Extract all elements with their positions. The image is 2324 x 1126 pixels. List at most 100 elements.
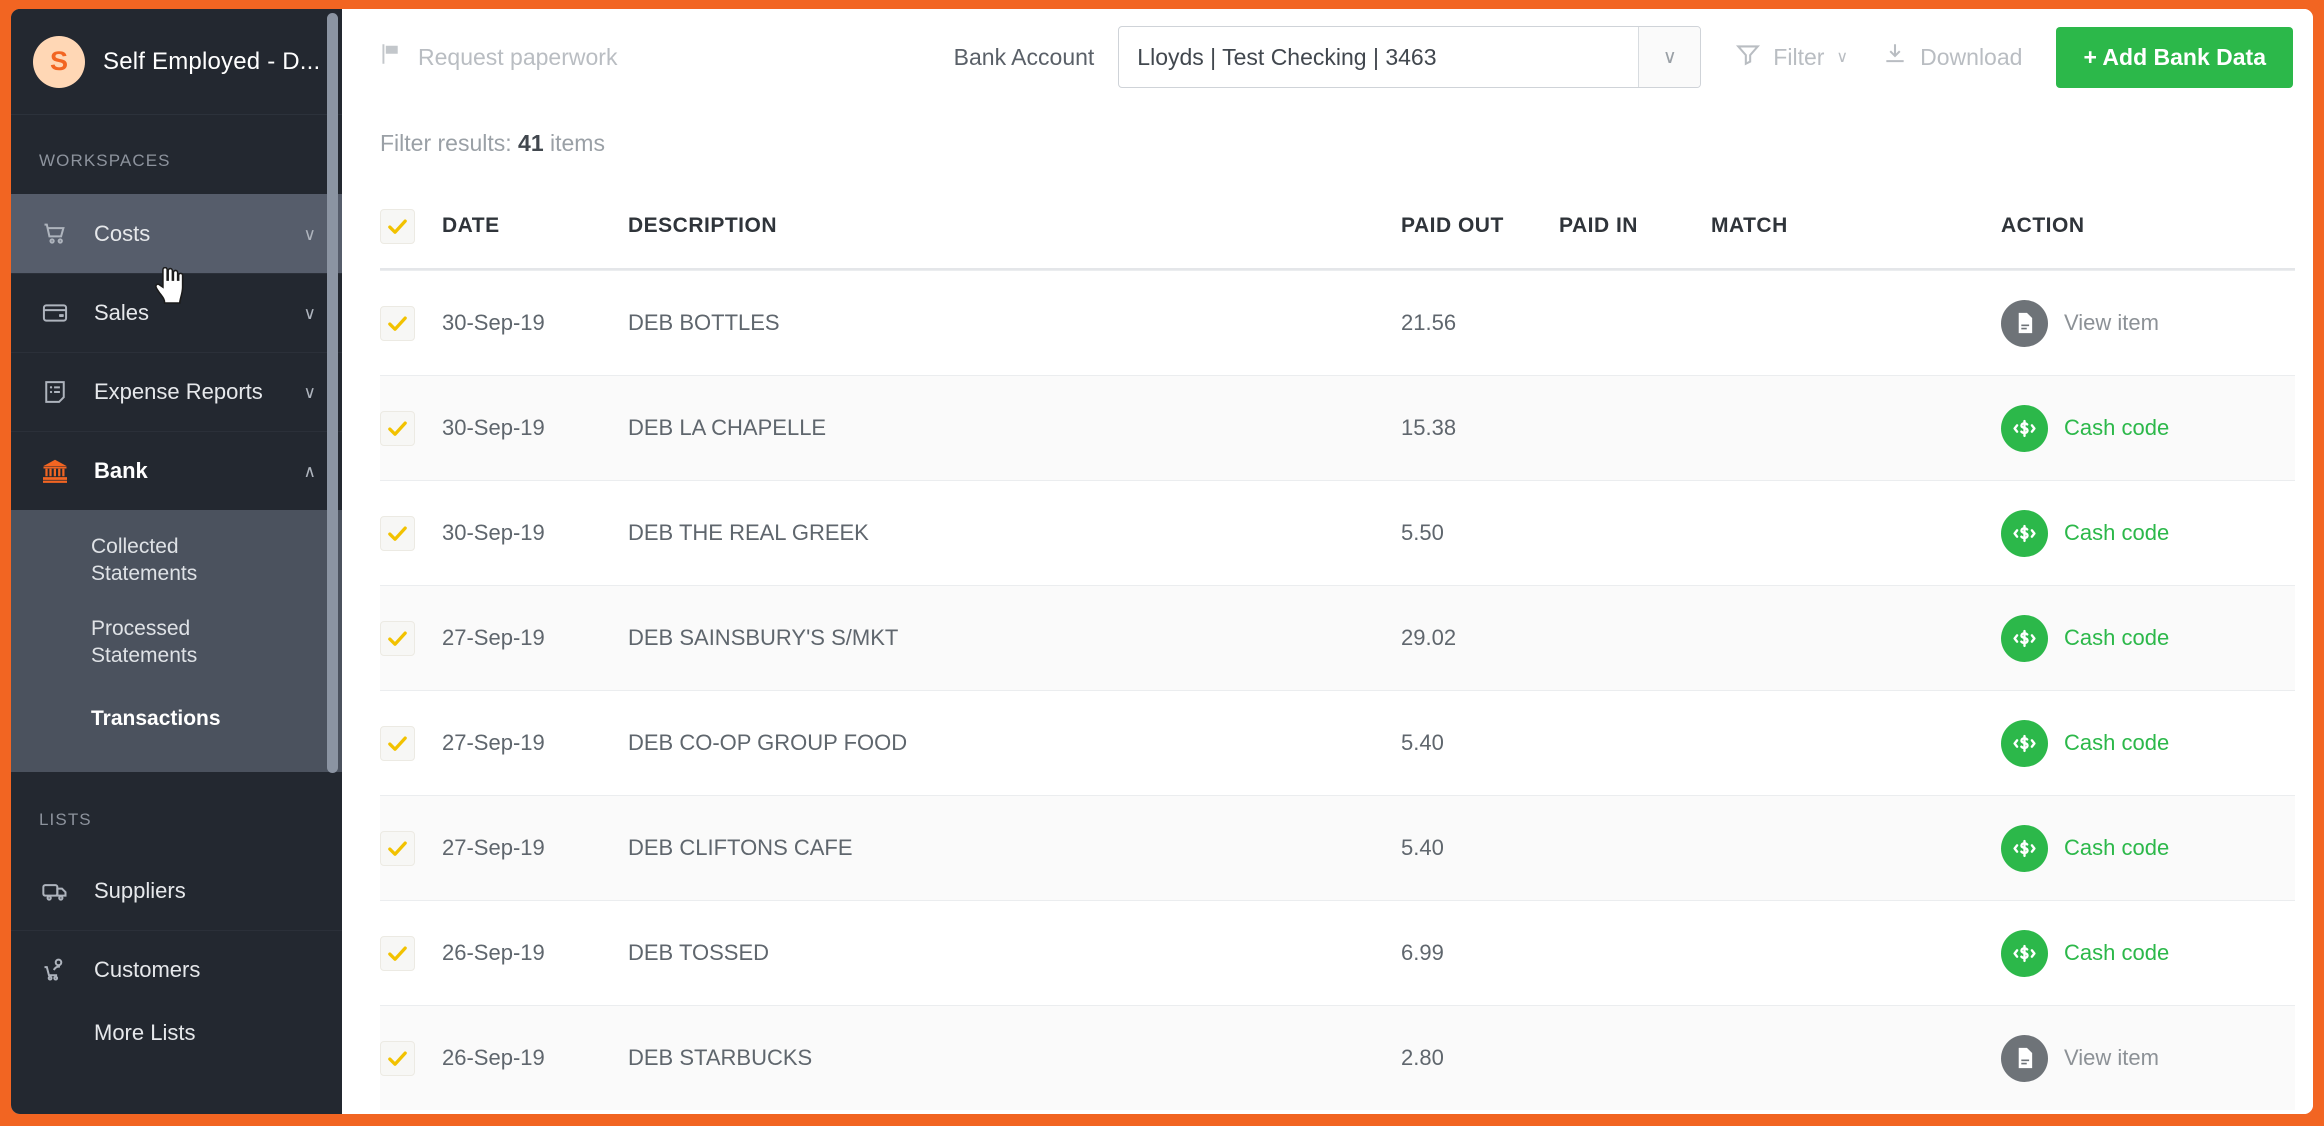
table-row[interactable]: 27-Sep-19 DEB SAINSBURY'S S/MKT 29.02 Cash … xyxy=(380,585,2295,690)
cell-description: DEB BOTTLES xyxy=(628,310,780,335)
app-window: S Self Employed - D... › WORKSPACES Cost… xyxy=(11,9,2313,1114)
column-header-date[interactable]: DATE xyxy=(442,214,628,238)
chevron-down-icon: ∨ xyxy=(303,382,316,402)
sidebar-nav: WORKSPACES Costs ∨ Sales ∨ Expense Repor… xyxy=(11,115,342,1114)
action-label: Cash code xyxy=(2064,940,2170,965)
filter-label: Filter xyxy=(1773,43,1825,70)
sidebar-item-label: Suppliers xyxy=(94,877,186,903)
cell-date: 30-Sep-19 xyxy=(442,310,545,335)
sidebar-item-more-lists[interactable]: More Lists xyxy=(11,1009,342,1057)
sidebar-item-sales[interactable]: Sales ∨ xyxy=(11,273,342,352)
cell-action: Cash code xyxy=(2001,509,2295,557)
select-all-checkbox[interactable] xyxy=(380,208,415,244)
sidebar-item-label: More Lists xyxy=(94,1020,196,1046)
view-item-button[interactable]: View item xyxy=(2001,1034,2295,1082)
cell-paid-out: 15.38 xyxy=(1401,415,1457,440)
table-row[interactable]: 30-Sep-19 DEB THE REAL GREEK 5.50 Cash code xyxy=(380,480,2295,585)
download-button[interactable]: Download xyxy=(1882,41,2022,73)
bank-account-value[interactable]: Lloyds | Test Checking | 3463 xyxy=(1119,27,1638,87)
row-select-cell xyxy=(380,1040,442,1076)
cell-date: 30-Sep-19 xyxy=(442,520,545,545)
table-row[interactable]: 26-Sep-19 DEB STARBUCKS 2.80 View item xyxy=(380,1005,2295,1110)
filter-results: Filter results: 41 items xyxy=(342,106,2313,184)
bank-icon xyxy=(38,454,72,488)
chevron-down-icon[interactable]: ∨ xyxy=(1638,27,1701,87)
row-select-cell xyxy=(380,410,442,446)
cell-description: DEB SAINSBURY'S S/MKT xyxy=(628,625,899,650)
sidebar-bank-submenu: Collected Statements Processed Statement… xyxy=(11,510,342,773)
cell-description: DEB CLIFTONS CAFE xyxy=(628,835,853,860)
cell-date: 27-Sep-19 xyxy=(442,730,545,755)
flag-icon xyxy=(378,41,404,73)
column-header-match[interactable]: MATCH xyxy=(1711,214,2001,238)
sidebar-item-bank[interactable]: Bank ∧ xyxy=(11,431,342,510)
sidebar-scrollbar-thumb[interactable] xyxy=(327,13,338,773)
column-header-paid-in[interactable]: PAID IN xyxy=(1559,214,1711,238)
cell-description: DEB THE REAL GREEK xyxy=(628,520,869,545)
column-header-description[interactable]: DESCRIPTION xyxy=(628,214,1401,238)
sidebar-item-customers[interactable]: Customers xyxy=(11,930,342,1009)
cell-date: 26-Sep-19 xyxy=(442,1045,545,1070)
cell-action: Cash code xyxy=(2001,719,2295,767)
cash-code-button[interactable]: Cash code xyxy=(2001,404,2295,452)
cash-code-button[interactable]: Cash code xyxy=(2001,719,2295,767)
bank-account-select[interactable]: Lloyds | Test Checking | 3463 ∨ xyxy=(1118,26,1702,88)
cell-action: View item xyxy=(2001,1034,2295,1082)
column-header-action: ACTION xyxy=(2001,214,2085,237)
cash-code-icon xyxy=(2001,719,2048,767)
table-row[interactable]: 27-Sep-19 DEB CO-OP GROUP FOOD 5.40 Cash co… xyxy=(380,690,2295,795)
sidebar-item-label: Costs xyxy=(94,221,151,246)
cash-code-button[interactable]: Cash code xyxy=(2001,824,2295,872)
sidebar-scrollbar[interactable] xyxy=(327,9,338,1114)
cash-code-button[interactable]: Cash code xyxy=(2001,509,2295,557)
sidebar-item-transactions[interactable]: Transactions xyxy=(11,684,342,747)
cash-code-icon xyxy=(2001,929,2048,977)
chevron-down-icon: ∨ xyxy=(1836,49,1849,66)
table-body: 30-Sep-19 DEB BOTTLES 21.56 View item 30-Sep… xyxy=(380,270,2295,1110)
document-icon xyxy=(2001,1034,2048,1082)
main-content: Request paperwork Bank Account Lloyds | … xyxy=(342,9,2313,1114)
row-checkbox[interactable] xyxy=(380,830,415,866)
action-label: Cash code xyxy=(2064,625,2170,650)
cash-code-icon xyxy=(2001,824,2048,872)
cash-code-button[interactable]: Cash code xyxy=(2001,929,2295,977)
section-label-workspaces: WORKSPACES xyxy=(39,151,171,170)
sidebar-item-suppliers[interactable]: Suppliers xyxy=(11,851,342,930)
workspace-switcher[interactable]: S Self Employed - D... › xyxy=(11,9,342,115)
table-row[interactable]: 30-Sep-19 DEB LA CHAPELLE 15.38 Cash code xyxy=(380,375,2295,480)
cell-paid-out: 5.50 xyxy=(1401,520,1444,545)
row-checkbox[interactable] xyxy=(380,935,415,971)
row-checkbox[interactable] xyxy=(380,725,415,761)
table-row[interactable]: 26-Sep-19 DEB TOSSED 6.99 Cash code xyxy=(380,900,2295,1005)
filter-button[interactable]: Filter ∨ xyxy=(1735,41,1848,73)
sidebar-item-costs[interactable]: Costs ∨ xyxy=(11,194,342,273)
row-checkbox[interactable] xyxy=(380,410,415,446)
table-row[interactable]: 27-Sep-19 DEB CLIFTONS CAFE 5.40 Cash code xyxy=(380,795,2295,900)
action-label: Cash code xyxy=(2064,415,2170,440)
view-item-button[interactable]: View item xyxy=(2001,299,2295,347)
cell-description: DEB STARBUCKS xyxy=(628,1045,813,1070)
cash-code-button[interactable]: Cash code xyxy=(2001,614,2295,662)
action-label: Cash code xyxy=(2064,730,2170,755)
section-label-lists: LISTS xyxy=(39,810,92,830)
sidebar-item-processed-statements[interactable]: Processed Statements xyxy=(11,602,342,684)
action-label: View item xyxy=(2064,310,2159,335)
row-checkbox[interactable] xyxy=(380,515,415,551)
row-checkbox[interactable] xyxy=(380,305,415,341)
bank-account-label: Bank Account xyxy=(953,43,1095,70)
row-select-cell xyxy=(380,830,442,866)
row-checkbox[interactable] xyxy=(380,620,415,656)
cell-action: View item xyxy=(2001,299,2295,347)
sidebar-item-collected-statements[interactable]: Collected Statements xyxy=(11,520,342,602)
browser-frame: S Self Employed - D... › WORKSPACES Cost… xyxy=(0,0,2324,1126)
sidebar-item-expense-reports[interactable]: Expense Reports ∨ xyxy=(11,352,342,431)
action-label: View item xyxy=(2064,1045,2159,1070)
column-header-paid-out[interactable]: PAID OUT xyxy=(1401,214,1559,238)
table-row[interactable]: 30-Sep-19 DEB BOTTLES 21.56 View item xyxy=(380,270,2295,375)
request-paperwork-label: Request paperwork xyxy=(418,43,618,70)
request-paperwork-button[interactable]: Request paperwork xyxy=(378,41,617,73)
filter-results-prefix: Filter results: xyxy=(380,130,512,156)
select-all-cell xyxy=(380,208,442,244)
row-checkbox[interactable] xyxy=(380,1040,415,1076)
add-bank-data-button[interactable]: + Add Bank Data xyxy=(2056,26,2293,88)
